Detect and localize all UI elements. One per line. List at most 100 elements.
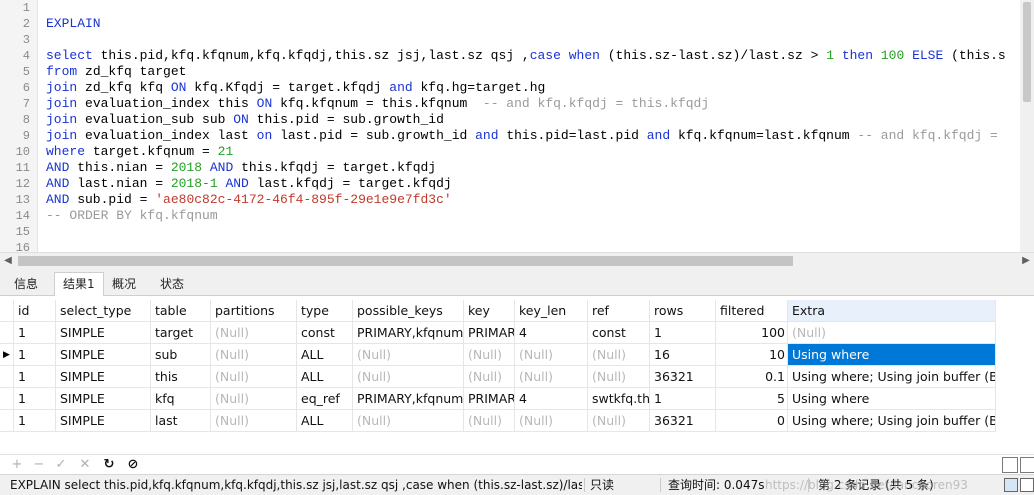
code-line[interactable]: 3 <box>0 32 1034 48</box>
table-cell[interactable]: Using where <box>788 388 996 410</box>
table-cell[interactable]: 100 <box>716 322 788 344</box>
table-cell[interactable]: PRIMARY,kfqnum <box>353 388 464 410</box>
table-cell[interactable]: (Null) <box>211 388 297 410</box>
column-header[interactable]: filtered <box>716 300 788 322</box>
column-header[interactable]: table <box>151 300 211 322</box>
column-header[interactable]: key <box>464 300 515 322</box>
table-cell[interactable]: (Null) <box>353 366 464 388</box>
table-cell[interactable]: (Null) <box>353 344 464 366</box>
table-cell[interactable]: 16 <box>650 344 716 366</box>
table-cell[interactable]: swtkfq.this. <box>588 388 650 410</box>
stop-button[interactable]: ⊘ <box>124 456 142 474</box>
table-cell[interactable]: 1 <box>14 388 56 410</box>
column-header[interactable]: id <box>14 300 56 322</box>
table-cell[interactable]: sub <box>151 344 211 366</box>
discard-changes-button[interactable]: ✕ <box>76 456 94 474</box>
delete-record-button[interactable]: − <box>30 456 48 474</box>
code-line[interactable]: 4 select this.pid,kfq.kfqnum,kfq.kfqdj,th… <box>0 48 1034 64</box>
table-cell[interactable]: const <box>297 322 353 344</box>
table-cell[interactable]: (Null) <box>515 344 588 366</box>
column-header[interactable]: partitions <box>211 300 297 322</box>
code-line[interactable]: 1 <box>0 0 1034 16</box>
table-cell[interactable]: SIMPLE <box>56 344 151 366</box>
column-header[interactable]: ref <box>588 300 650 322</box>
result-tab[interactable]: 结果1 <box>54 272 104 297</box>
table-cell[interactable]: (Null) <box>464 344 515 366</box>
table-cell[interactable]: (Null) <box>515 410 588 432</box>
table-cell[interactable]: 1 <box>14 410 56 432</box>
table-cell[interactable]: (Null) <box>464 366 515 388</box>
editor-horizontal-scrollbar[interactable]: ◀ ▶ <box>0 252 1034 268</box>
table-cell[interactable]: 4 <box>515 388 588 410</box>
table-cell[interactable]: 5 <box>716 388 788 410</box>
table-cell[interactable]: target <box>151 322 211 344</box>
code-line[interactable]: 7 join evaluation_index this ON kfq.kfqnu… <box>0 96 1034 112</box>
table-cell[interactable]: Using where; Using join buffer (Block Ne… <box>788 366 996 388</box>
table-row[interactable]: 1 SIMPLE kfq (Null) eq_ref PRIMARY,kfqnum PRIM… <box>0 388 1034 410</box>
result-tab[interactable]: 信息 <box>6 273 46 296</box>
table-cell[interactable]: 1 <box>650 388 716 410</box>
code-line[interactable]: 12 AND last.nian = 2018-1 AND last.kfqdj … <box>0 176 1034 192</box>
result-tab[interactable]: 状态 <box>152 273 192 296</box>
table-cell[interactable]: (Null) <box>588 344 650 366</box>
scroll-right-icon[interactable]: ▶ <box>1018 253 1034 269</box>
grid-view-status-icon[interactable] <box>1004 478 1018 492</box>
table-cell[interactable]: 1 <box>650 322 716 344</box>
table-cell[interactable]: (Null) <box>464 410 515 432</box>
table-row[interactable]: 1 SIMPLE last (Null) ALL (Null) (Null) (Null) (N… <box>0 410 1034 432</box>
result-tab[interactable]: 概况 <box>104 273 144 296</box>
code-line[interactable]: 16 <box>0 240 1034 252</box>
row-indicator[interactable] <box>0 410 14 432</box>
table-cell[interactable]: PRIMARY <box>464 388 515 410</box>
refresh-button[interactable]: ↻ <box>100 456 118 474</box>
column-header[interactable]: select_type <box>56 300 151 322</box>
row-indicator[interactable] <box>0 388 14 410</box>
table-cell[interactable]: 10 <box>716 344 788 366</box>
code-line[interactable]: 8 join evaluation_sub sub ON this.pid = s… <box>0 112 1034 128</box>
form-view-status-icon[interactable] <box>1020 478 1034 492</box>
editor-vertical-scrollbar[interactable] <box>1020 0 1034 252</box>
row-indicator[interactable] <box>0 366 14 388</box>
code-line[interactable]: 11 AND this.nian = 2018 AND this.kfqdj = … <box>0 160 1034 176</box>
table-cell[interactable]: SIMPLE <box>56 322 151 344</box>
table-cell[interactable]: ALL <box>297 410 353 432</box>
table-cell[interactable]: PRIMARY <box>464 322 515 344</box>
table-cell[interactable]: ALL <box>297 366 353 388</box>
apply-changes-button[interactable]: ✓ <box>52 456 70 474</box>
code-line[interactable]: 2 EXPLAIN <box>0 16 1034 32</box>
code-line[interactable]: 14 -- ORDER BY kfq.kfqnum <box>0 208 1034 224</box>
table-row[interactable]: ▶ 1 SIMPLE sub (Null) ALL (Null) (Null) (Null) (N… <box>0 344 1034 366</box>
table-cell[interactable]: (Null) <box>211 410 297 432</box>
table-cell[interactable]: PRIMARY,kfqnum <box>353 322 464 344</box>
code-line[interactable]: 5 from zd_kfq target <box>0 64 1034 80</box>
table-cell[interactable]: (Null) <box>211 366 297 388</box>
table-cell[interactable]: (Null) <box>211 344 297 366</box>
table-row[interactable]: 1 SIMPLE target (Null) const PRIMARY,kfqnum PR… <box>0 322 1034 344</box>
table-cell[interactable]: 36321 <box>650 410 716 432</box>
code-line[interactable]: 13 AND sub.pid = 'ae80c82c-4172-46f4-895f… <box>0 192 1034 208</box>
table-cell[interactable]: 0 <box>716 410 788 432</box>
table-cell[interactable]: this <box>151 366 211 388</box>
table-cell[interactable]: 1 <box>14 322 56 344</box>
table-row[interactable]: 1 SIMPLE this (Null) ALL (Null) (Null) (Null) (N… <box>0 366 1034 388</box>
code-line[interactable]: 6 join zd_kfq kfq ON kfq.Kfqdj = target.k… <box>0 80 1034 96</box>
table-cell[interactable]: (Null) <box>515 366 588 388</box>
code-line[interactable]: 9 join evaluation_index last on last.pid … <box>0 128 1034 144</box>
sql-editor[interactable]: 1 2 EXPLAIN 3 4 select this.pid,kfq.kfqnum,kf… <box>0 0 1034 252</box>
table-cell[interactable]: (Null) <box>588 366 650 388</box>
table-cell[interactable]: (Null) <box>353 410 464 432</box>
table-cell[interactable]: 4 <box>515 322 588 344</box>
table-cell[interactable]: Using where <box>788 344 996 366</box>
grid-view-icon[interactable] <box>1002 457 1018 473</box>
column-header[interactable]: type <box>297 300 353 322</box>
table-cell[interactable]: 0.1 <box>716 366 788 388</box>
horizontal-scroll-thumb[interactable] <box>18 256 793 266</box>
table-cell[interactable]: (Null) <box>211 322 297 344</box>
table-cell[interactable]: eq_ref <box>297 388 353 410</box>
column-header[interactable]: possible_keys <box>353 300 464 322</box>
row-indicator[interactable] <box>0 322 14 344</box>
table-cell[interactable]: SIMPLE <box>56 388 151 410</box>
table-cell[interactable]: kfq <box>151 388 211 410</box>
table-cell[interactable]: SIMPLE <box>56 366 151 388</box>
column-header[interactable]: Extra <box>788 300 996 322</box>
